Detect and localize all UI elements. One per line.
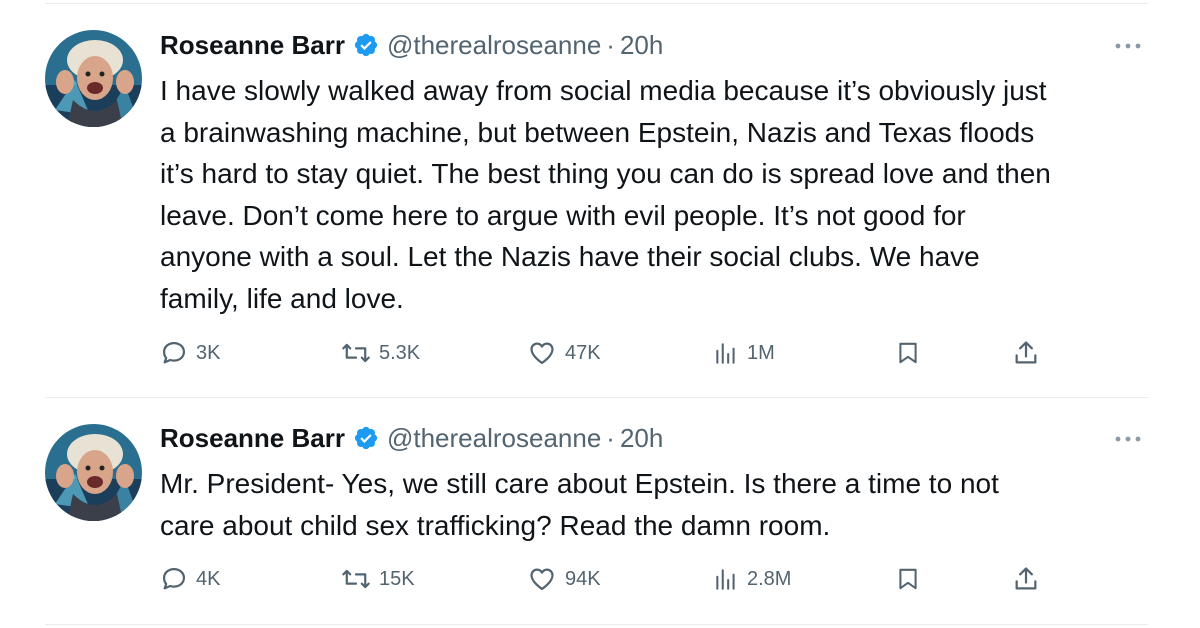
retweet-count: 5.3K <box>379 341 421 364</box>
tweet-text: Mr. President- Yes, we still care about … <box>160 463 1160 546</box>
bar-chart-icon <box>713 566 739 592</box>
tweet-text-line: leave. Don’t come here to argue with evi… <box>160 199 966 231</box>
bookmark-icon <box>895 339 921 367</box>
reply-button[interactable]: 4K <box>160 561 220 597</box>
share-button[interactable] <box>1012 561 1048 597</box>
retweet-icon <box>341 565 371 593</box>
bookmark-button[interactable] <box>895 335 929 371</box>
reply-button[interactable]: 3K <box>160 335 220 371</box>
bottom-divider <box>45 624 1148 625</box>
bar-chart-icon <box>713 340 739 366</box>
tweet-text-line: Mr. President- Yes, we still care about … <box>160 468 999 499</box>
tweet-text-line: it’s hard to stay quiet. The best thing … <box>160 158 1051 189</box>
tweet-text-line: family, life and love. <box>160 282 404 314</box>
tweet-text-line: care about child sex trafficking? Read t… <box>160 509 831 541</box>
avatar[interactable] <box>45 30 142 127</box>
reply-count: 3K <box>196 341 221 364</box>
tweet-actions: 4K 15K 94K 2.8M <box>160 561 1060 597</box>
tweet-text-line: anyone with a soul. Let the Nazis have t… <box>160 241 980 272</box>
view-count: 1M <box>747 341 775 364</box>
reply-bubble-icon <box>160 565 188 593</box>
more-horizontal-icon[interactable] <box>1108 424 1148 454</box>
timestamp[interactable]: 20h <box>620 423 663 454</box>
tweet-header: Roseanne Barr @therealroseanne · 20h <box>160 420 663 456</box>
avatar-image <box>45 424 142 521</box>
avatar[interactable] <box>45 424 142 521</box>
like-count: 47K <box>565 341 601 364</box>
views-button[interactable]: 1M <box>713 335 775 371</box>
share-upload-icon <box>1012 339 1040 367</box>
retweet-button[interactable]: 5.3K <box>341 335 420 371</box>
avatar-image <box>45 30 142 127</box>
verified-badge-icon <box>353 32 379 58</box>
retweet-count: 15K <box>379 567 415 590</box>
tweet-actions: 3K 5.3K 47K 1M <box>160 335 1060 371</box>
separator-dot: · <box>606 422 615 453</box>
like-button[interactable]: 47K <box>527 335 601 371</box>
timestamp[interactable]: 20h <box>620 30 663 61</box>
separator-dot: · <box>606 29 615 60</box>
author-handle[interactable]: @therealroseanne <box>387 423 601 454</box>
timeline-feed: Roseanne Barr @therealroseanne · 20h I h… <box>0 0 1200 628</box>
tweet-text-line: a brainwashing machine, but between Epst… <box>160 116 1035 148</box>
tweet-divider <box>45 397 1148 398</box>
heart-icon <box>527 565 557 593</box>
reply-bubble-icon <box>160 339 188 367</box>
tweet-text: I have slowly walked away from social me… <box>160 70 1160 319</box>
reply-count: 4K <box>196 567 221 590</box>
like-button[interactable]: 94K <box>527 561 601 597</box>
retweet-icon <box>341 339 371 367</box>
heart-icon <box>527 339 557 367</box>
like-count: 94K <box>565 567 601 590</box>
top-divider <box>45 3 1148 4</box>
view-count: 2.8M <box>747 567 792 590</box>
more-horizontal-icon[interactable] <box>1108 31 1148 61</box>
retweet-button[interactable]: 15K <box>341 561 415 597</box>
share-upload-icon <box>1012 565 1040 593</box>
views-button[interactable]: 2.8M <box>713 561 791 597</box>
author-name[interactable]: Roseanne Barr <box>160 423 345 454</box>
verified-badge-icon <box>353 425 379 451</box>
bookmark-button[interactable] <box>895 561 929 597</box>
share-button[interactable] <box>1012 335 1048 371</box>
tweet-header: Roseanne Barr @therealroseanne · 20h <box>160 27 663 63</box>
author-handle[interactable]: @therealroseanne <box>387 30 601 61</box>
tweet-text-line: I have slowly walked away from social me… <box>160 75 1047 106</box>
author-name[interactable]: Roseanne Barr <box>160 30 345 61</box>
bookmark-icon <box>895 565 921 593</box>
